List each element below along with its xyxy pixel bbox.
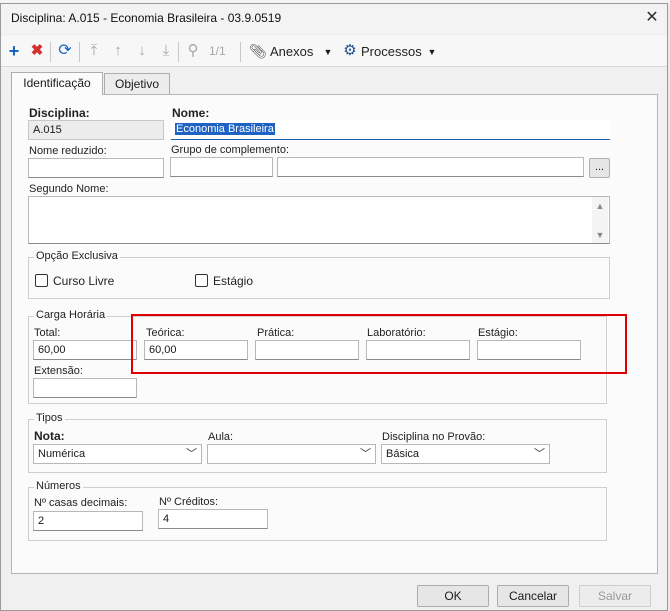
numeros-title: Números [34, 480, 83, 492]
chevron-down-icon[interactable]: ▼ [423, 43, 441, 61]
nota-label: Nota: [34, 429, 65, 443]
paperclip-icon[interactable]: 📎︎ [249, 42, 267, 60]
carga-horaria-title: Carga Horária [34, 309, 108, 321]
extensao-field[interactable] [33, 378, 137, 398]
disciplina-provao-select[interactable]: Básica ﹀ [381, 444, 550, 464]
nome-value: Economia Brasileira [175, 123, 275, 135]
grupo-complemento-label: Grupo de complemento: [171, 144, 290, 156]
disciplina-provao-select-value: Básica [386, 448, 420, 460]
curso-livre-label: Curso Livre [53, 274, 115, 288]
chevron-down-icon[interactable]: ﹀ [360, 445, 371, 463]
scroll-up-icon[interactable]: ▲ [592, 199, 608, 213]
chevron-down-icon[interactable]: ﹀ [534, 445, 545, 463]
previous-record-icon[interactable]: ↑ [109, 42, 127, 60]
nome-reduzido-label: Nome reduzido: [29, 145, 107, 157]
nota-select-value: Numérica [38, 448, 86, 460]
aula-select[interactable]: ﹀ [207, 444, 376, 464]
nota-select[interactable]: Numérica ﹀ [33, 444, 202, 464]
teorica-label: Teórica: [146, 327, 185, 339]
teorica-field[interactable]: 60,00 [144, 340, 248, 360]
last-record-icon[interactable]: ⤓ [157, 42, 175, 60]
opcao-exclusiva-group [28, 257, 610, 299]
estagio-hours-label: Estágio: [478, 327, 518, 339]
opcao-exclusiva-title: Opção Exclusiva [34, 250, 120, 262]
refresh-icon[interactable]: ⟳ [56, 42, 74, 60]
close-icon[interactable]: ✕ [641, 7, 663, 29]
search-icon[interactable]: ⚲ [184, 42, 202, 60]
anexos-menu[interactable]: Anexos [270, 44, 313, 59]
creditos-label: Nº Créditos: [159, 496, 219, 508]
page-indicator: 1/1 [209, 44, 226, 58]
add-icon[interactable]: + [5, 42, 23, 60]
aula-label: Aula: [208, 431, 234, 443]
toolbar-separator [178, 42, 179, 62]
pratica-label: Prática: [257, 327, 295, 339]
extensao-label: Extensão: [34, 365, 83, 377]
segundo-nome-label: Segundo Nome: [29, 183, 109, 195]
toolbar-separator [240, 42, 241, 62]
salvar-button[interactable]: Salvar [579, 585, 651, 607]
disciplina-field[interactable]: A.015 [28, 120, 164, 140]
first-record-icon[interactable]: ⤒ [85, 42, 103, 60]
nome-label: Nome: [172, 106, 210, 120]
tipos-title: Tipos [34, 412, 65, 424]
cancelar-button[interactable]: Cancelar [497, 585, 569, 607]
title-bar: Disciplina: A.015 - Economia Brasileira … [1, 4, 667, 34]
laboratorio-field[interactable] [366, 340, 470, 360]
toolbar: + ✖ ⟳ ⤒ ↑ ↓ ⤓ ⚲ 1/1 📎︎ Anexos ▼ ⚙ Proces… [1, 35, 667, 67]
window-title: Disciplina: A.015 - Economia Brasileira … [11, 11, 282, 25]
casas-decimais-field[interactable]: 2 [33, 511, 143, 531]
dialog-window: Disciplina: A.015 - Economia Brasileira … [0, 3, 668, 611]
chevron-down-icon[interactable]: ▼ [319, 43, 337, 61]
total-label: Total: [34, 327, 61, 339]
processos-menu[interactable]: Processos [361, 44, 422, 59]
estagio-checkbox[interactable] [195, 274, 208, 287]
pratica-field[interactable] [255, 340, 359, 360]
segundo-nome-scrollbar[interactable]: ▲ ▼ [592, 197, 608, 243]
disciplina-provao-label: Disciplina no Provão: [382, 431, 486, 443]
delete-icon[interactable]: ✖ [28, 42, 46, 60]
tab-objetivo[interactable]: Objetivo [104, 73, 170, 95]
chevron-down-icon[interactable]: ﹀ [186, 445, 197, 463]
curso-livre-checkbox[interactable] [35, 274, 48, 287]
creditos-field[interactable]: 4 [158, 509, 268, 529]
total-field[interactable]: 60,00 [33, 340, 137, 360]
gear-icon[interactable]: ⚙ [341, 42, 359, 60]
grupo-lookup-button[interactable]: ... [589, 158, 610, 178]
toolbar-separator [50, 42, 51, 62]
segundo-nome-field[interactable] [28, 196, 610, 244]
disciplina-label: Disciplina: [29, 106, 90, 120]
nome-field[interactable]: Economia Brasileira [171, 120, 610, 140]
tab-identificacao[interactable]: Identificação [11, 72, 103, 95]
estagio-checkbox-label: Estágio [213, 274, 254, 288]
laboratorio-label: Laboratório: [367, 327, 426, 339]
casas-decimais-label: Nº casas decimais: [34, 497, 128, 509]
nome-reduzido-field[interactable] [28, 158, 164, 178]
toolbar-separator [79, 42, 80, 62]
estagio-hours-field[interactable] [477, 340, 581, 360]
ok-button[interactable]: OK [417, 585, 489, 607]
grupo-complemento-name-field[interactable] [277, 157, 584, 177]
grupo-complemento-code-field[interactable] [170, 157, 273, 177]
scroll-down-icon[interactable]: ▼ [592, 228, 608, 242]
next-record-icon[interactable]: ↓ [133, 42, 151, 60]
